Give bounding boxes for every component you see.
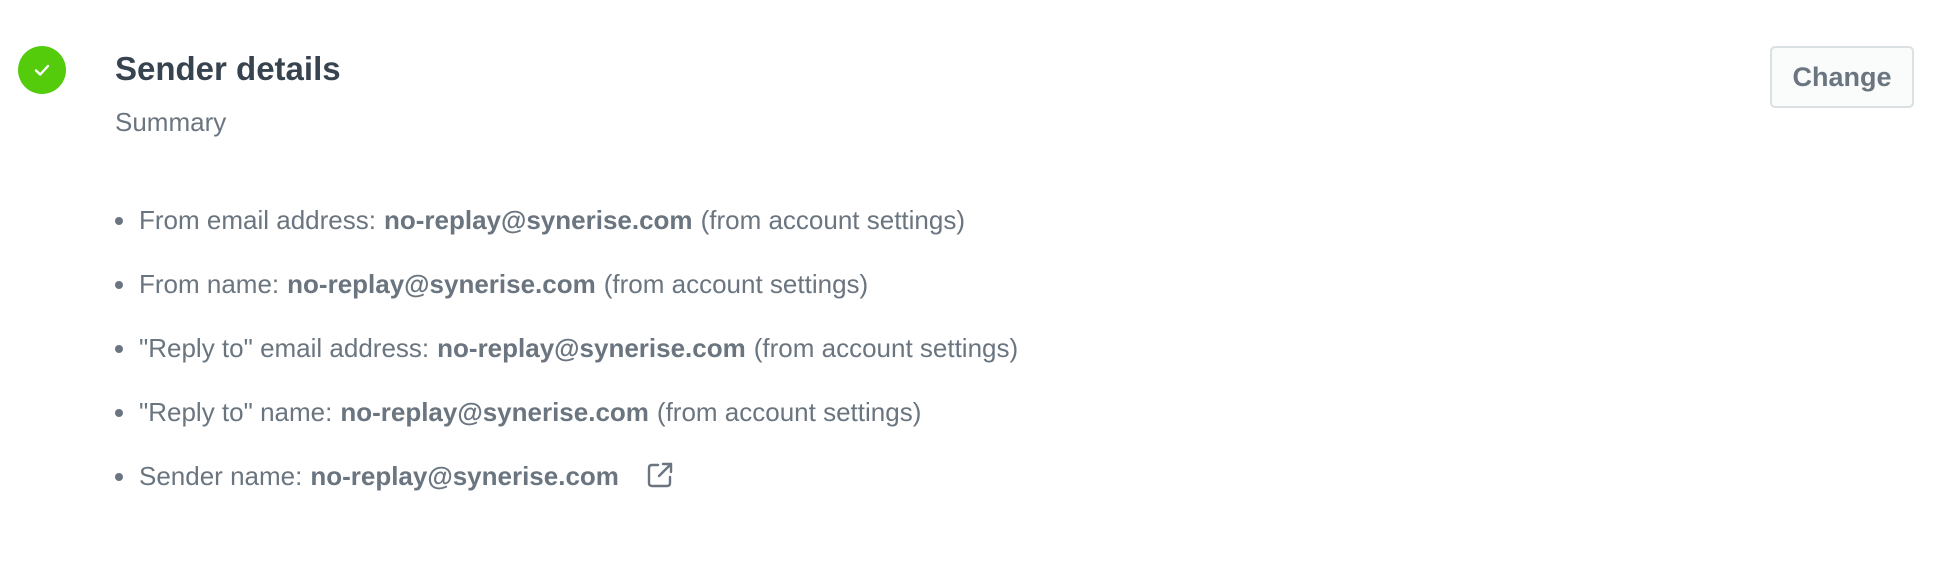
list-item: From email address: no-replay@synerise.co… <box>115 200 1018 264</box>
item-label: "Reply to" name: <box>139 397 333 427</box>
bullet-icon <box>115 345 123 353</box>
list-item: From name: no-replay@synerise.com (from ac… <box>115 264 1018 328</box>
item-label: From name: <box>139 269 280 299</box>
sender-details-section: Sender details Summary Change From email… <box>0 0 1938 578</box>
item-note: (from account settings) <box>700 205 965 235</box>
bullet-icon <box>115 409 123 417</box>
check-icon <box>18 46 66 94</box>
list-item: "Reply to" email address: no-replay@syner… <box>115 328 1018 392</box>
item-value: no-replay@synerise.com <box>437 333 746 363</box>
list-item: "Reply to" name: no-replay@synerise.com (f… <box>115 392 1018 456</box>
section-subtitle: Summary <box>115 107 227 137</box>
section-title: Sender details <box>115 50 341 87</box>
item-note: (from account settings) <box>603 269 869 299</box>
bullet-icon <box>115 281 123 289</box>
change-button[interactable]: Change <box>1770 46 1914 108</box>
item-note: (from account settings) <box>753 333 1019 363</box>
external-link-icon[interactable] <box>643 458 677 492</box>
item-value: no-replay@synerise.com <box>287 269 596 299</box>
bullet-icon <box>115 217 123 225</box>
item-value: no-replay@synerise.com <box>310 461 619 491</box>
item-note: (from account settings) <box>656 397 922 427</box>
item-label: From email address: <box>139 205 376 235</box>
list-item: Sender name: no-replay@synerise.com <box>115 456 1018 520</box>
bullet-icon <box>115 473 123 481</box>
item-value: no-replay@synerise.com <box>340 397 649 427</box>
summary-list: From email address: no-replay@synerise.co… <box>115 200 1018 520</box>
item-value: no-replay@synerise.com <box>383 205 693 235</box>
item-label: "Reply to" email address: <box>139 333 430 363</box>
item-label: Sender name: <box>139 461 303 491</box>
